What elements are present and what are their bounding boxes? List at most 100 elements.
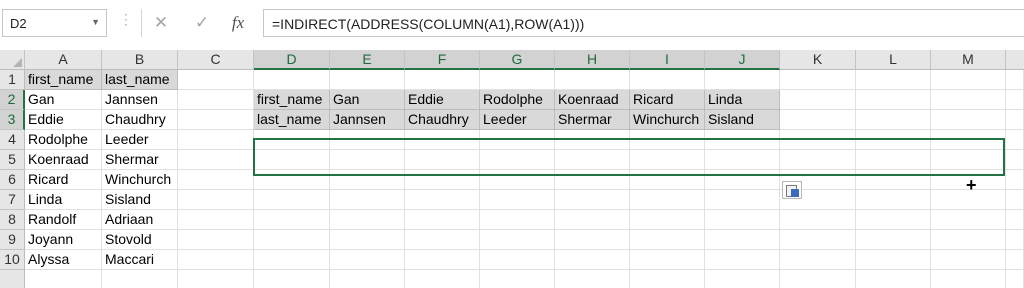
row-header-11[interactable]	[0, 270, 25, 288]
cell-a9[interactable]: Joyann	[25, 230, 102, 250]
cell-j7[interactable]	[705, 190, 780, 210]
column-header-n[interactable]	[1006, 50, 1024, 70]
cell-n4[interactable]	[1006, 130, 1024, 150]
cell-l4[interactable]	[856, 130, 931, 150]
cell-d1[interactable]	[254, 70, 330, 90]
cell-l8[interactable]	[856, 210, 931, 230]
cell-d7[interactable]	[254, 190, 330, 210]
cell-m1[interactable]	[931, 70, 1006, 90]
cell-e9[interactable]	[330, 230, 405, 250]
column-header-m[interactable]: M	[931, 50, 1006, 70]
cell-g1[interactable]	[480, 70, 555, 90]
cell-a8[interactable]: Randolf	[25, 210, 102, 230]
cell-c9[interactable]	[178, 230, 254, 250]
cell-e5[interactable]	[330, 150, 405, 170]
cell-m2[interactable]	[931, 90, 1006, 110]
formula-input[interactable]: =INDIRECT(ADDRESS(COLUMN(A1),ROW(A1)))	[263, 9, 1024, 37]
cell-g11[interactable]	[480, 270, 555, 288]
cell-k5[interactable]	[780, 150, 856, 170]
cell-b4[interactable]: Leeder	[102, 130, 178, 150]
cell-e7[interactable]	[330, 190, 405, 210]
cell-l5[interactable]	[856, 150, 931, 170]
cell-f1[interactable]	[405, 70, 480, 90]
cell-f4[interactable]	[405, 130, 480, 150]
cell-b2[interactable]: Jannsen	[102, 90, 178, 110]
cell-h11[interactable]	[555, 270, 630, 288]
cell-g3[interactable]: Leeder	[480, 110, 555, 130]
column-header-k[interactable]: K	[780, 50, 856, 70]
cell-d5[interactable]	[254, 150, 330, 170]
cell-d2[interactable]: first_name	[254, 90, 330, 110]
cell-i10[interactable]	[630, 250, 705, 270]
cell-b10[interactable]: Maccari	[102, 250, 178, 270]
insert-function-icon[interactable]: fx	[220, 9, 256, 37]
cell-c3[interactable]	[178, 110, 254, 130]
cell-h8[interactable]	[555, 210, 630, 230]
cell-c2[interactable]	[178, 90, 254, 110]
cell-h4[interactable]	[555, 130, 630, 150]
cell-f9[interactable]	[405, 230, 480, 250]
cell-l2[interactable]	[856, 90, 931, 110]
cell-k2[interactable]	[780, 90, 856, 110]
cell-c10[interactable]	[178, 250, 254, 270]
cell-n7[interactable]	[1006, 190, 1024, 210]
cell-f2[interactable]: Eddie	[405, 90, 480, 110]
cell-d6[interactable]	[254, 170, 330, 190]
cell-d4[interactable]	[254, 130, 330, 150]
cell-i3[interactable]: Winchurch	[630, 110, 705, 130]
row-header-8[interactable]: 8	[0, 210, 25, 230]
cell-b8[interactable]: Adriaan	[102, 210, 178, 230]
cell-h2[interactable]: Koenraad	[555, 90, 630, 110]
cell-a10[interactable]: Alyssa	[25, 250, 102, 270]
cell-l10[interactable]	[856, 250, 931, 270]
cell-k11[interactable]	[780, 270, 856, 288]
column-header-e[interactable]: E	[330, 50, 405, 70]
drag-handle-icon[interactable]: ⋮	[119, 12, 133, 26]
cell-m5[interactable]	[931, 150, 1006, 170]
column-header-g[interactable]: G	[480, 50, 555, 70]
cell-k9[interactable]	[780, 230, 856, 250]
cell-a11[interactable]	[25, 270, 102, 288]
cell-d10[interactable]	[254, 250, 330, 270]
cell-n2[interactable]	[1006, 90, 1024, 110]
column-header-d[interactable]: D	[254, 50, 330, 70]
paste-options-icon[interactable]	[782, 181, 802, 199]
cell-h10[interactable]	[555, 250, 630, 270]
cell-c8[interactable]	[178, 210, 254, 230]
cell-j8[interactable]	[705, 210, 780, 230]
cell-a5[interactable]: Koenraad	[25, 150, 102, 170]
column-header-j[interactable]: J	[705, 50, 780, 70]
cancel-icon[interactable]: ✕	[143, 9, 179, 37]
cell-k4[interactable]	[780, 130, 856, 150]
cell-l9[interactable]	[856, 230, 931, 250]
cell-h7[interactable]	[555, 190, 630, 210]
cell-c5[interactable]	[178, 150, 254, 170]
cell-m11[interactable]	[931, 270, 1006, 288]
cell-k8[interactable]	[780, 210, 856, 230]
row-header-3[interactable]: 3	[0, 110, 25, 130]
cell-i4[interactable]	[630, 130, 705, 150]
cell-n5[interactable]	[1006, 150, 1024, 170]
cell-d11[interactable]	[254, 270, 330, 288]
row-header-4[interactable]: 4	[0, 130, 25, 150]
cell-b9[interactable]: Stovold	[102, 230, 178, 250]
cell-h5[interactable]	[555, 150, 630, 170]
cell-n3[interactable]	[1006, 110, 1024, 130]
cell-k10[interactable]	[780, 250, 856, 270]
cell-g7[interactable]	[480, 190, 555, 210]
cell-n10[interactable]	[1006, 250, 1024, 270]
cell-g6[interactable]	[480, 170, 555, 190]
cell-i11[interactable]	[630, 270, 705, 288]
cell-n9[interactable]	[1006, 230, 1024, 250]
column-header-l[interactable]: L	[856, 50, 931, 70]
cell-j6[interactable]	[705, 170, 780, 190]
cell-c6[interactable]	[178, 170, 254, 190]
column-header-c[interactable]: C	[178, 50, 254, 70]
cell-a3[interactable]: Eddie	[25, 110, 102, 130]
cell-m4[interactable]	[931, 130, 1006, 150]
cell-e1[interactable]	[330, 70, 405, 90]
cell-b6[interactable]: Winchurch	[102, 170, 178, 190]
cell-g4[interactable]	[480, 130, 555, 150]
cell-e10[interactable]	[330, 250, 405, 270]
chevron-down-icon[interactable]: ▼	[91, 17, 100, 27]
